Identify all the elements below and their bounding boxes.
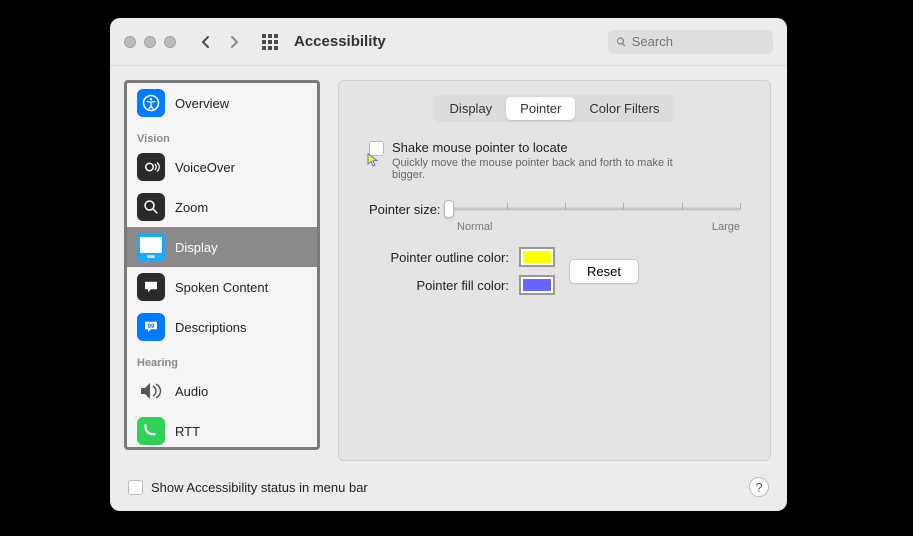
main-panel: Display Pointer Color Filters Shake mous…	[338, 80, 771, 461]
settings-panel: Display Pointer Color Filters Shake mous…	[338, 80, 771, 461]
sidebar: Overview Vision VoiceOver Zoom	[124, 80, 320, 450]
preferences-window: Accessibility Overview Vision Vo	[110, 18, 787, 511]
window-title: Accessibility	[294, 33, 386, 50]
shake-to-locate-label: Shake mouse pointer to locate	[392, 140, 692, 155]
body: Overview Vision VoiceOver Zoom	[110, 66, 787, 469]
tab-color-filters[interactable]: Color Filters	[575, 97, 673, 120]
slider-range-labels: Normal Large	[457, 221, 740, 233]
sidebar-item-label: Spoken Content	[175, 280, 268, 295]
tab-display[interactable]: Display	[436, 97, 507, 120]
minimize-window-button[interactable]	[144, 36, 156, 48]
sidebar-item-label: RTT	[175, 424, 200, 439]
close-window-button[interactable]	[124, 36, 136, 48]
descriptions-icon: 99	[137, 313, 165, 341]
rtt-icon	[137, 417, 165, 445]
voiceover-icon	[137, 153, 165, 181]
window-controls	[124, 36, 176, 48]
show-status-checkbox[interactable]	[128, 480, 143, 495]
sidebar-item-zoom[interactable]: Zoom	[127, 187, 317, 227]
sidebar-item-label: Descriptions	[175, 320, 247, 335]
segmented-control: Display Pointer Color Filters	[434, 95, 676, 122]
sidebar-item-voiceover[interactable]: VoiceOver	[127, 147, 317, 187]
outline-color-label: Pointer outline color:	[369, 250, 509, 265]
show-all-button[interactable]	[260, 32, 280, 52]
shake-to-locate-checkbox[interactable]	[369, 141, 384, 156]
pointer-size-slider[interactable]	[449, 199, 740, 219]
sidebar-item-label: VoiceOver	[175, 160, 235, 175]
audio-icon	[137, 377, 165, 405]
sidebar-section-vision: Vision	[127, 123, 317, 147]
sidebar-section-hearing: Hearing	[127, 347, 317, 371]
fill-color-well[interactable]	[519, 275, 555, 295]
back-button[interactable]	[196, 32, 216, 52]
sidebar-item-overview[interactable]: Overview	[127, 83, 317, 123]
accessibility-icon	[137, 89, 165, 117]
pointer-size-row: Pointer size:	[369, 199, 740, 219]
sidebar-item-spoken-content[interactable]: Spoken Content	[127, 267, 317, 307]
footer: Show Accessibility status in menu bar ?	[110, 469, 787, 511]
search-input[interactable]	[632, 34, 765, 49]
pointer-size-label: Pointer size:	[369, 202, 441, 217]
titlebar: Accessibility	[110, 18, 787, 66]
spoken-content-icon	[137, 273, 165, 301]
sidebar-item-label: Overview	[175, 96, 229, 111]
tab-bar: Display Pointer Color Filters	[357, 95, 752, 122]
zoom-icon	[137, 193, 165, 221]
sidebar-item-label: Zoom	[175, 200, 208, 215]
sidebar-item-label: Display	[175, 240, 218, 255]
search-field[interactable]	[608, 30, 773, 54]
sidebar-item-audio[interactable]: Audio	[127, 371, 317, 411]
shake-to-locate-row: Shake mouse pointer to locate Quickly mo…	[369, 140, 740, 181]
slider-min-label: Normal	[457, 221, 492, 233]
shake-to-locate-description: Quickly move the mouse pointer back and …	[392, 157, 692, 181]
grid-icon	[262, 34, 278, 50]
sidebar-item-descriptions[interactable]: 99 Descriptions	[127, 307, 317, 347]
slider-max-label: Large	[712, 221, 740, 233]
tab-pointer[interactable]: Pointer	[506, 97, 575, 120]
help-button[interactable]: ?	[749, 477, 769, 497]
reset-button[interactable]: Reset	[569, 259, 639, 284]
pointer-color-grid: Pointer outline color: Reset Pointer fil…	[369, 247, 740, 295]
forward-button[interactable]	[224, 32, 244, 52]
fill-color-label: Pointer fill color:	[369, 278, 509, 293]
show-status-label: Show Accessibility status in menu bar	[151, 480, 368, 495]
sidebar-item-label: Audio	[175, 384, 208, 399]
sidebar-item-display[interactable]: Display	[127, 227, 317, 267]
display-icon	[137, 233, 165, 261]
sidebar-item-rtt[interactable]: RTT	[127, 411, 317, 447]
search-icon	[616, 36, 627, 48]
outline-color-well[interactable]	[519, 247, 555, 267]
slider-knob[interactable]	[444, 200, 454, 218]
zoom-window-button[interactable]	[164, 36, 176, 48]
sidebar-scroll[interactable]: Overview Vision VoiceOver Zoom	[127, 83, 317, 447]
svg-text:99: 99	[148, 324, 155, 330]
